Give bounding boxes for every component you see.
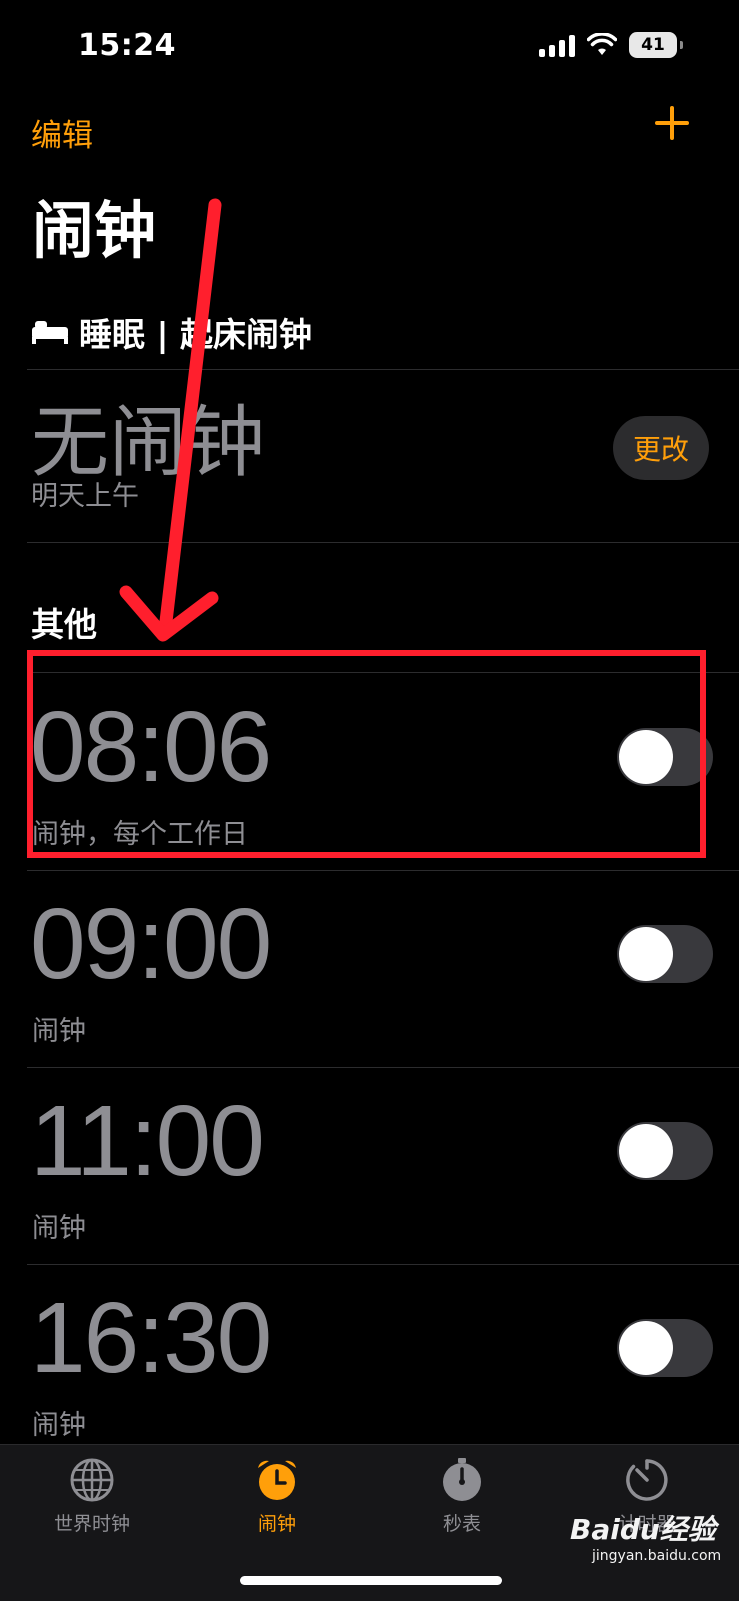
divider [27,1067,739,1068]
tab-label: 秒表 [442,1513,481,1535]
tab-alarm[interactable]: 闹钟 [202,1457,352,1536]
sleep-section-label: 睡眠 | 起床闹钟 [79,315,313,354]
stopwatch-icon [443,1458,481,1501]
globe-icon [70,1458,114,1502]
toggle-knob [619,927,673,981]
tab-label: 闹钟 [257,1513,296,1535]
add-alarm-button[interactable] [655,106,689,140]
tab-stopwatch[interactable]: 秒表 [387,1457,537,1536]
divider [27,542,739,543]
alarm-toggle[interactable] [617,1122,713,1180]
wifi-icon [587,33,617,55]
divider [27,870,739,871]
watermark-url: jingyan.baidu.com [592,1548,722,1564]
toggle-knob [619,1321,673,1375]
alarm-time[interactable]: 09:00 [30,894,272,994]
other-section-title: 其他 [31,605,97,644]
edit-button[interactable]: 编辑 [31,110,93,155]
status-icons: 41 [539,32,683,58]
bed-icon [32,321,68,344]
alarm-label: 闹钟 [32,1213,86,1244]
alarm-label: 闹钟 [32,1016,86,1047]
highlight-box [27,650,706,858]
alarm-toggle[interactable] [617,1319,713,1377]
divider [27,1264,739,1265]
alarm-toggle[interactable] [617,925,713,983]
alarm-clock-icon [258,1460,296,1500]
toggle-knob [619,1124,673,1178]
tab-world-clock[interactable]: 世界时钟 [17,1457,167,1536]
tab-label: 世界时钟 [53,1513,130,1535]
cellular-signal-icon [539,33,575,57]
alarm-label: 闹钟 [32,1410,86,1441]
battery-indicator: 41 [629,32,683,58]
baidu-watermark: Baidu经验 jingyan.baidu.com [570,1508,721,1564]
change-button[interactable]: 更改 [613,416,709,480]
status-time: 15:24 [78,28,176,63]
timer-icon [626,1459,668,1501]
alarm-time[interactable]: 16:30 [30,1288,272,1388]
alarm-time[interactable]: 11:00 [30,1091,265,1191]
page-title: 闹钟 [32,194,157,267]
watermark-brand: Baidu经验 [570,1513,716,1546]
sleep-subtitle: 明天上午 [31,481,139,512]
divider [27,369,739,370]
sleep-section-title: 睡眠 | 起床闹钟 [31,308,312,356]
home-indicator[interactable] [240,1576,502,1585]
